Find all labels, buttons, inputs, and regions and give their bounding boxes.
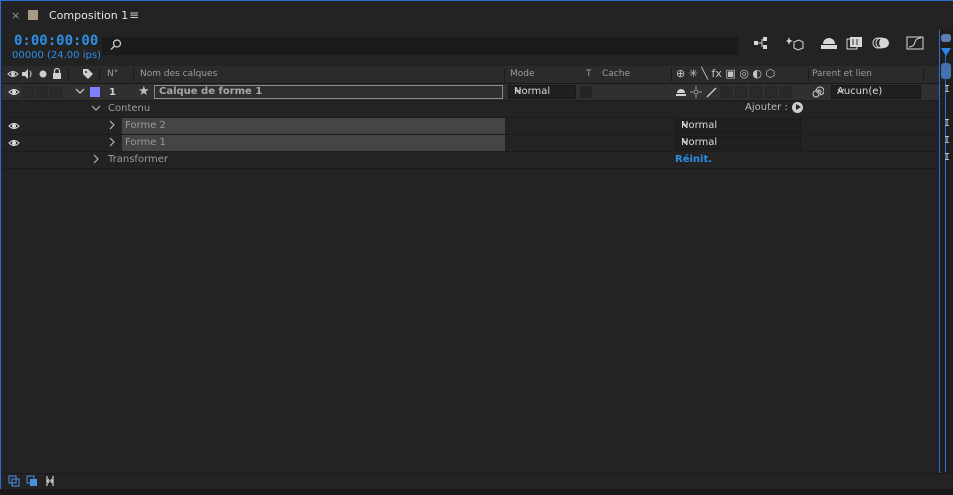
video-visibility-header-icon[interactable] <box>7 68 19 83</box>
shape-expand-chevron-icon[interactable] <box>107 119 117 134</box>
layer-number: 1 <box>109 87 116 98</box>
track-matte-swatch[interactable] <box>580 86 592 98</box>
layer-switches-toggle-icon[interactable] <box>8 475 20 490</box>
search-icon <box>109 38 123 55</box>
current-time-indicator-head-icon[interactable] <box>941 48 951 56</box>
layer-columns-header: N° Nom des calques Mode T Cache ⊕ ✳ ╲ fx… <box>2 66 939 84</box>
close-tab-icon[interactable]: × <box>11 9 20 22</box>
track-matte-column-label[interactable]: Cache <box>602 69 630 79</box>
shape-group-row[interactable]: Forme 2 Normal <box>2 118 939 135</box>
layer-label-color-swatch[interactable] <box>90 87 100 97</box>
solo-header-icon[interactable] <box>38 69 48 82</box>
time-navigator-start-handle[interactable] <box>941 34 951 42</box>
shape-name-field[interactable]: Forme 2 <box>122 118 505 134</box>
3d-layer-switch[interactable] <box>780 86 792 98</box>
add-property-label: Ajouter : <box>745 102 788 113</box>
reset-transform-link[interactable]: Réinit. <box>675 154 712 165</box>
composition-flowchart-icon[interactable] <box>752 36 772 56</box>
layer-row[interactable]: 1 ★ Calque de forme 1 Normal Aucun(e) <box>2 84 939 101</box>
header-separator <box>133 68 134 82</box>
shape-layer-star-icon: ★ <box>138 84 150 99</box>
mode-column-label[interactable]: Mode <box>510 69 535 79</box>
layer-search-field[interactable] <box>102 37 738 55</box>
frame-blend-switch[interactable] <box>735 86 747 98</box>
shape-duration-bar-icon[interactable]: I <box>944 135 950 146</box>
current-time-indicator-line[interactable] <box>945 48 946 472</box>
motion-blur-icon[interactable] <box>871 36 891 56</box>
contents-group-row[interactable]: Contenu Ajouter : <box>2 101 939 118</box>
motion-blur-switch[interactable] <box>750 86 762 98</box>
chevron-down-icon <box>681 120 796 133</box>
frame-count-display: 00000 (24.00 ips) <box>12 50 101 61</box>
add-property-play-icon[interactable] <box>792 102 803 113</box>
layer-name-field[interactable]: Calque de forme 1 <box>154 85 503 99</box>
header-separator <box>99 68 100 82</box>
layer-name-text: Calque de forme 1 <box>159 86 263 97</box>
current-time-display[interactable]: 0:00:00:00 <box>14 33 98 49</box>
chevron-down-icon <box>837 86 916 99</box>
header-separator <box>504 68 505 82</box>
label-tag-header-icon[interactable] <box>82 68 94 83</box>
shy-switch-icon[interactable] <box>675 86 687 101</box>
number-column-label[interactable]: N° <box>107 69 118 79</box>
header-separator <box>808 68 809 82</box>
shape-expand-chevron-icon[interactable] <box>107 136 117 151</box>
transform-expand-chevron-icon[interactable] <box>91 153 101 168</box>
graph-editor-icon[interactable] <box>905 36 925 56</box>
search-input[interactable] <box>129 39 729 53</box>
shy-layers-icon[interactable] <box>819 36 839 56</box>
layer-switches-header[interactable]: ⊕ ✳ ╲ fx ▣ ◎ ◐ ⬡ <box>676 67 775 80</box>
timeline-footer <box>1 473 953 489</box>
pick-whip-spiral-icon[interactable] <box>812 86 825 101</box>
draft-3d-icon[interactable] <box>785 36 805 56</box>
layer-expand-chevron-icon[interactable] <box>75 85 85 100</box>
layer-duration-bar-icon[interactable]: I <box>944 84 950 95</box>
composition-color-swatch <box>28 10 38 20</box>
track-matte-t-label: T <box>586 69 592 79</box>
header-separator <box>68 68 69 82</box>
shape-group-row[interactable]: Forme 1 Normal <box>2 135 939 152</box>
shape-name-text: Forme 2 <box>125 120 166 131</box>
chevron-down-icon <box>514 86 571 99</box>
header-separator <box>923 68 924 82</box>
lock-toggle-switch[interactable] <box>50 86 62 98</box>
tab-composition-title[interactable]: Composition 1 <box>49 9 128 22</box>
quality-switch-icon[interactable] <box>705 86 717 101</box>
transform-label: Transformer <box>108 154 169 165</box>
layer-blend-mode-dropdown[interactable]: Normal <box>508 85 576 99</box>
shape-visibility-toggle-icon[interactable] <box>8 120 20 135</box>
shape-duration-bar-icon[interactable]: I <box>944 118 950 129</box>
collapse-transform-switch-icon[interactable] <box>690 86 702 101</box>
effects-switch[interactable] <box>720 86 732 98</box>
chevron-down-icon <box>681 137 796 150</box>
parent-link-dropdown[interactable]: Aucun(e) <box>831 85 921 99</box>
panel-bottom-edge <box>0 489 953 495</box>
audio-header-icon[interactable] <box>21 68 33 83</box>
timing-panel-toggle-icon[interactable] <box>44 475 56 490</box>
tab-bar: × Composition 1 ≡ <box>1 1 953 30</box>
timeline-graph-area[interactable] <box>939 30 953 473</box>
shape-name-text: Forme 1 <box>125 137 166 148</box>
audio-toggle-switch[interactable] <box>22 86 34 98</box>
transform-duration-bar-icon[interactable]: I <box>944 152 950 163</box>
shape-name-field[interactable]: Forme 1 <box>122 135 505 151</box>
contents-label: Contenu <box>108 103 151 114</box>
shape-blend-mode-dropdown[interactable]: Normal <box>675 136 801 150</box>
adjustment-layer-switch[interactable] <box>765 86 777 98</box>
solo-toggle-switch[interactable] <box>36 86 48 98</box>
shape-visibility-toggle-icon[interactable] <box>8 137 20 152</box>
transform-group-row[interactable]: Transformer Réinit. <box>2 152 939 169</box>
contents-expand-chevron-icon[interactable] <box>91 102 101 117</box>
shape-blend-mode-dropdown[interactable]: Normal <box>675 119 801 133</box>
layer-name-column-label[interactable]: Nom des calques <box>140 69 217 79</box>
work-area-bar[interactable] <box>941 63 951 79</box>
lock-header-icon[interactable] <box>52 67 62 83</box>
parent-link-column-label[interactable]: Parent et lien <box>812 69 872 79</box>
transfer-controls-toggle-icon[interactable] <box>26 475 38 490</box>
video-visibility-toggle-icon[interactable] <box>8 86 20 101</box>
panel-menu-icon[interactable]: ≡ <box>129 8 139 22</box>
frame-blending-icon[interactable] <box>845 36 865 56</box>
header-separator <box>671 68 672 82</box>
